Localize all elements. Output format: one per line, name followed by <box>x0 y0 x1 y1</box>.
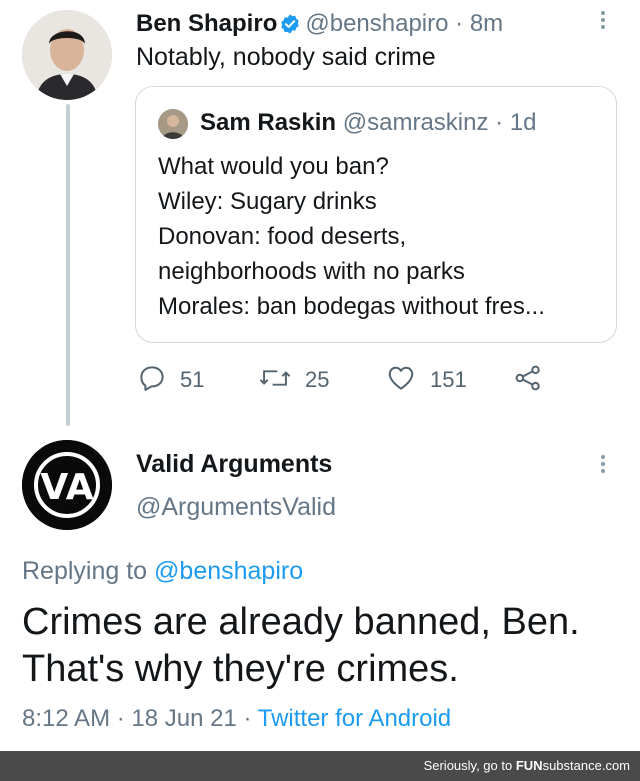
separator-dot: · <box>243 705 252 732</box>
like-count: 151 <box>430 367 467 392</box>
svg-text:VA: VA <box>40 467 93 508</box>
share-icon <box>513 363 543 398</box>
separator-dot: · <box>455 10 464 37</box>
quoted-author-handle: @samraskinz <box>342 109 489 136</box>
quoted-line: What would you ban? <box>158 153 389 180</box>
ben-shapiro-avatar[interactable] <box>22 10 112 100</box>
reply-text: Crimes are already banned, Ben. That's w… <box>22 599 580 693</box>
tweet-header: Ben Shapiro @benshapiro · 8m <box>136 9 503 43</box>
retweet-count: 25 <box>305 367 330 392</box>
like-button[interactable]: 151 <box>385 360 467 400</box>
more-options-icon[interactable] <box>593 452 613 482</box>
reply-button[interactable]: 51 <box>137 360 204 400</box>
reply-metadata: 8:12 AM · 18 Jun 21 · Twitter for Androi… <box>22 703 451 735</box>
valid-arguments-avatar[interactable]: VA <box>22 440 112 530</box>
retweet-icon <box>258 363 292 398</box>
sam-raskin-avatar <box>158 109 188 139</box>
quoted-line: neighborhoods with no parks <box>158 258 465 285</box>
reply-author-handle[interactable]: @ArgumentsValid <box>136 492 336 522</box>
tweet-time[interactable]: 8m <box>470 10 503 37</box>
quoted-line: Donovan: food deserts, <box>158 223 407 250</box>
replying-to-link[interactable]: @benshapiro <box>154 557 303 585</box>
reply-source[interactable]: Twitter for Android <box>258 705 451 732</box>
author-handle[interactable]: @benshapiro <box>305 10 448 37</box>
watermark-banner: Seriously, go to FUNsubstance.com <box>0 751 640 781</box>
reply-date[interactable]: 18 Jun 21 <box>131 705 236 732</box>
replying-to-line: Replying to @benshapiro <box>22 555 303 587</box>
reply-count: 51 <box>180 367 205 392</box>
separator-dot: · <box>495 109 504 136</box>
quoted-tweet-time: 1d <box>509 109 537 136</box>
reply-text-line: That's why they're crimes. <box>22 648 459 690</box>
quoted-tweet-card[interactable]: Sam Raskin @samraskinz · 1d What would y… <box>135 86 617 343</box>
watermark-text: Seriously, go to FUNsubstance.com <box>423 758 630 773</box>
quoted-line: Wiley: Sugary drinks <box>158 188 377 215</box>
reply-text-line: Crimes are already banned, Ben. <box>22 601 580 643</box>
more-options-icon[interactable] <box>593 8 613 38</box>
replying-to-label: Replying to <box>22 557 148 585</box>
reply-time[interactable]: 8:12 AM <box>22 705 110 732</box>
retweet-button[interactable]: 25 <box>258 360 329 400</box>
separator-dot: · <box>116 705 125 732</box>
quoted-line: Morales: ban bodegas without fres... <box>158 293 545 320</box>
verified-badge-icon <box>279 13 301 43</box>
reply-author-name[interactable]: Valid Arguments <box>136 449 332 479</box>
share-button[interactable] <box>513 360 543 400</box>
reply-icon <box>137 363 167 398</box>
author-name[interactable]: Ben Shapiro <box>136 10 277 37</box>
thread-connector-line <box>66 104 70 426</box>
quoted-tweet-header: Sam Raskin @samraskinz · 1d <box>200 108 537 138</box>
quoted-author-name: Sam Raskin <box>200 109 337 136</box>
quoted-tweet-text: What would you ban? Wiley: Sugary drinks… <box>158 149 545 324</box>
tweet-text: Notably, nobody said crime <box>136 43 436 71</box>
heart-icon <box>385 363 417 398</box>
